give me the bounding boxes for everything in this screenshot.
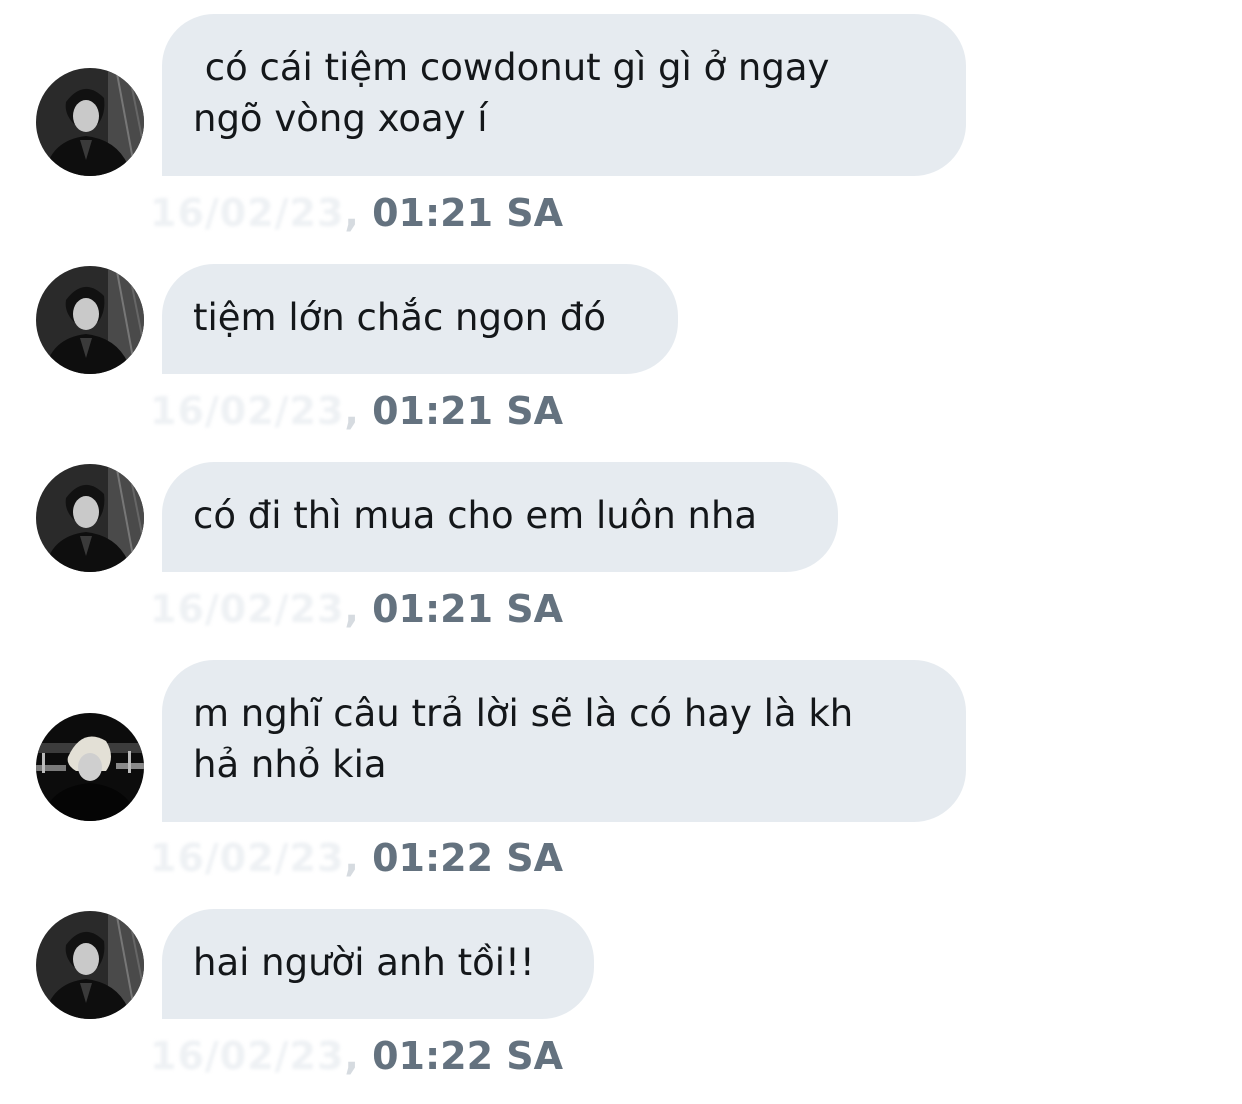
message-text-line: có đi thì mua cho em luôn nha: [193, 494, 758, 537]
avatar-portrait-icon: [36, 713, 144, 821]
timestamp: 16/02/23, 01:22 SA: [150, 1034, 564, 1078]
message-bubble[interactable]: m nghĩ câu trả lời sẽ là có hay là kh hả…: [162, 660, 966, 822]
timestamp-time: 01:21 SA: [372, 191, 564, 235]
message-bubble[interactable]: tiệm lớn chắc ngon đó: [162, 264, 678, 374]
avatar-jin[interactable]: [36, 68, 144, 176]
message-text-line: tiệm lớn chắc ngon đó: [193, 296, 606, 339]
timestamp-time: 01:21 SA: [372, 587, 564, 631]
avatar-portrait-icon: [36, 68, 144, 176]
message-bubble[interactable]: có cái tiệm cowdonut gì gì ở ngay ngõ vò…: [162, 14, 966, 176]
message-text-line: hai người anh tồi!!: [193, 941, 535, 984]
message-bubble[interactable]: có đi thì mua cho em luôn nha: [162, 462, 838, 572]
timestamp-date: 16/02/23: [150, 587, 345, 631]
avatar-portrait-icon: [36, 464, 144, 572]
avatar-jin[interactable]: [36, 266, 144, 374]
message-text-line: ngõ vòng xoay í: [193, 97, 488, 140]
timestamp-time: 01:21 SA: [372, 389, 564, 433]
timestamp-date: 16/02/23: [150, 191, 345, 235]
avatar-jin[interactable]: [36, 464, 144, 572]
message-bubble[interactable]: hai người anh tồi!!: [162, 909, 594, 1019]
message-text-line: m nghĩ câu trả lời sẽ là có hay là kh: [193, 692, 854, 735]
avatar-portrait-icon: [36, 266, 144, 374]
message-text-line: hả nhỏ kia: [193, 743, 387, 786]
avatar-tae[interactable]: [36, 713, 144, 821]
timestamp: 16/02/23, 01:21 SA: [150, 587, 564, 631]
avatar-portrait-icon: [36, 911, 144, 1019]
message-text-line: có cái tiệm cowdonut gì gì ở ngay: [193, 46, 830, 89]
timestamp-time: 01:22 SA: [372, 836, 564, 880]
timestamp: 16/02/23, 01:21 SA: [150, 389, 564, 433]
timestamp: 16/02/23, 01:22 SA: [150, 836, 564, 880]
timestamp-date: 16/02/23: [150, 389, 345, 433]
timestamp-time: 01:22 SA: [372, 1034, 564, 1078]
timestamp: 16/02/23, 01:21 SA: [150, 191, 564, 235]
timestamp-date: 16/02/23: [150, 1034, 345, 1078]
avatar-jin[interactable]: [36, 911, 144, 1019]
timestamp-date: 16/02/23: [150, 836, 345, 880]
